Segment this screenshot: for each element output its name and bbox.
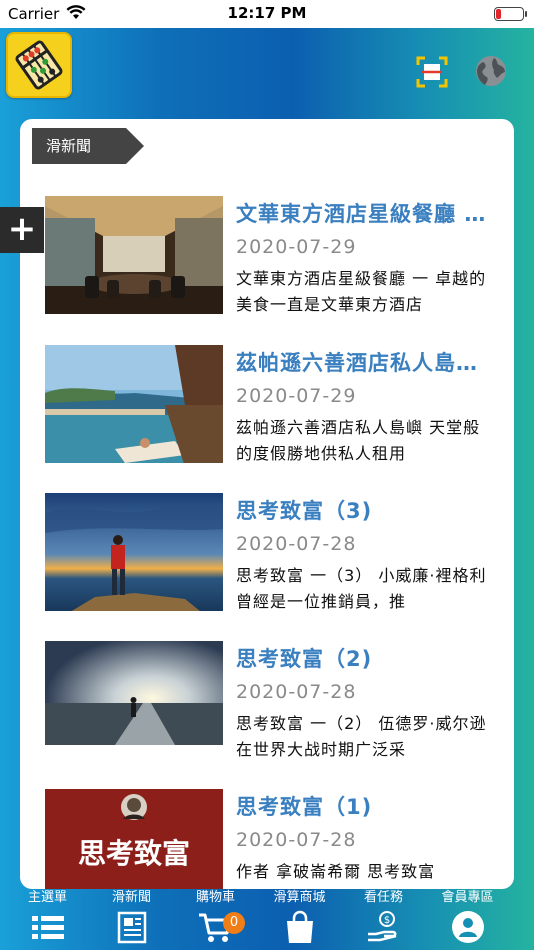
cart-badge: 0 — [223, 912, 245, 934]
news-date: 2020-07-28 — [236, 533, 357, 555]
scan-icon[interactable] — [416, 56, 448, 88]
battery-icon — [494, 7, 527, 21]
news-summary: 茲帕遜六善酒店私人島嶼 天堂般的度假勝地供私人租用 — [236, 418, 481, 463]
news-title[interactable]: 思考致富（1) — [236, 791, 496, 821]
menu-list-icon — [30, 910, 66, 944]
news-card: 滑新聞 文華東方酒店星級餐廳 一 卓越的美食一直是文華東方酒店 2020-07-… — [20, 119, 514, 889]
tab-label: 主選單 — [27, 890, 67, 905]
news-date: 2020-07-29 — [236, 236, 357, 258]
tab-label: 會員專區 — [441, 890, 494, 905]
app-logo[interactable] — [6, 32, 72, 98]
section-tag: 滑新聞 — [32, 128, 144, 164]
news-item[interactable]: 文華東方酒店星級餐廳 一 卓越的美食一直是文華東方酒店 2020-07-29 文… — [45, 196, 505, 326]
tab-label: 滑算商城 — [273, 890, 326, 905]
news-item[interactable]: 思考致富（2) 2020-07-28 思考致富 一（2） 伍德罗·威尔逊在世界大… — [45, 641, 505, 771]
clock: 12:17 PM — [227, 4, 307, 22]
man-on-road-photo — [45, 641, 223, 745]
news-item[interactable]: 茲帕遜六善酒店私人島嶼 天堂般的度假勝地供私人租用 2020-07-29 茲帕遜… — [45, 345, 505, 475]
news-item[interactable]: 思考致富 思考致富（1) 2020-07-28 作者 拿破崙希爾 思考致富 — [45, 789, 505, 889]
news-date: 2020-07-28 — [236, 829, 357, 851]
tab-tasks[interactable]: 看任務 $ — [339, 878, 428, 950]
tab-member[interactable]: 會員專區 — [423, 878, 512, 950]
news-date: 2020-07-29 — [236, 385, 357, 407]
tab-cart[interactable]: 購物車 0 — [171, 878, 260, 950]
newspaper-icon — [114, 910, 150, 944]
status-bar: Carrier 12:17 PM — [0, 0, 534, 28]
news-summary: 思考致富 一（3） 小威廉·裡格利 曾經是一位推銷員，推 — [236, 566, 487, 611]
tab-mall[interactable]: 滑算商城 — [255, 878, 344, 950]
tab-label: 購物車 — [195, 890, 235, 905]
news-summary: 思考致富 一（2） 伍德罗·威尔逊在世界大战时期广泛采 — [236, 714, 487, 759]
news-title[interactable]: 茲帕遜六善酒店私人島嶼 天堂般的度假勝地供私人租用 — [236, 347, 496, 377]
tab-label: 滑新聞 — [111, 890, 151, 905]
restaurant-photo — [45, 196, 223, 314]
tab-label: 看任務 — [363, 890, 403, 905]
member-avatar-icon — [450, 910, 486, 944]
news-title[interactable]: 文華東方酒店星級餐廳 一 卓越的美食一直是文華東方酒店 — [236, 198, 496, 228]
tab-news[interactable]: 滑新聞 — [87, 878, 176, 950]
tab-main-menu[interactable]: 主選單 — [3, 878, 92, 950]
news-summary: 文華東方酒店星級餐廳 一 卓越的美食一直是文華東方酒店 — [236, 269, 487, 314]
news-title[interactable]: 思考致富（3) — [236, 495, 496, 525]
svg-text:思考致富: 思考致富 — [78, 837, 190, 870]
shopping-bag-icon — [282, 910, 318, 944]
svg-text:$: $ — [383, 915, 389, 926]
island-pool-photo — [45, 345, 223, 463]
news-title[interactable]: 思考致富（2) — [236, 643, 496, 673]
bottom-tab-bar: 主選單 滑新聞 購物車 0 滑算商城 看任務 $ 會員專區 — [0, 878, 534, 950]
news-date: 2020-07-28 — [236, 681, 357, 703]
add-button[interactable]: + — [0, 207, 44, 253]
man-on-cliff-photo — [45, 493, 223, 611]
hand-coin-icon: $ — [366, 910, 402, 944]
news-item[interactable]: 思考致富（3) 2020-07-28 思考致富 一（3） 小威廉·裡格利 曾經是… — [45, 493, 505, 623]
globe-icon[interactable] — [474, 54, 508, 88]
book-cover-photo: 思考致富 — [45, 789, 223, 889]
